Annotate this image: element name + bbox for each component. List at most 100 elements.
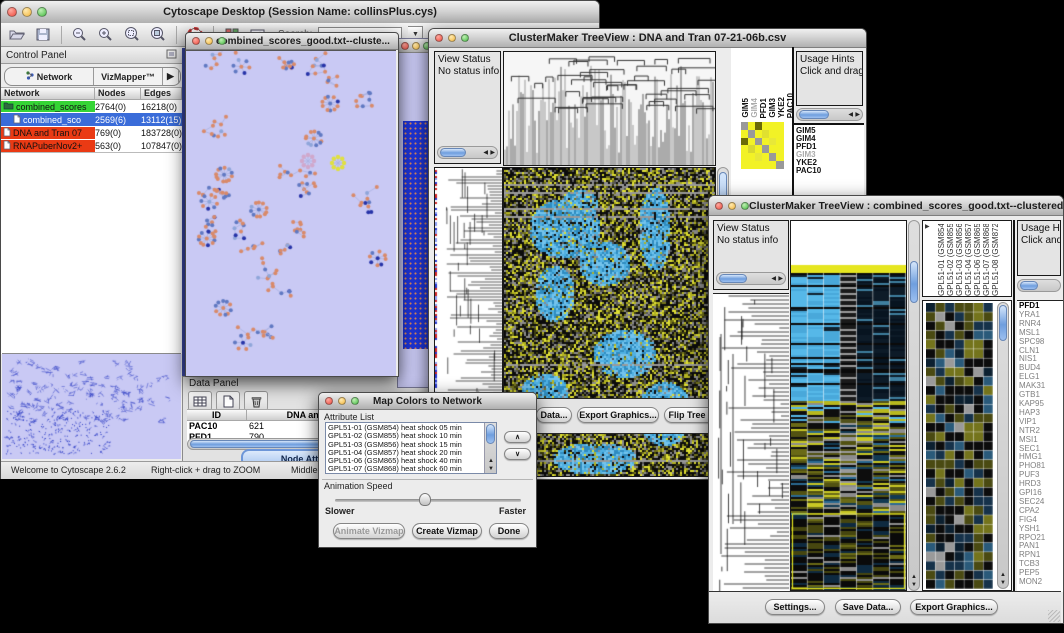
- mini-heatmap-cell[interactable]: [748, 122, 755, 130]
- close-button[interactable]: [401, 42, 409, 50]
- scroll-thumb[interactable]: [999, 305, 1007, 341]
- tv2-zoom-heatmap-canvas[interactable]: [926, 303, 993, 589]
- scroll-left-arrow[interactable]: ◀: [771, 276, 776, 282]
- network-table-row[interactable]: RNAPuberNov2+563(0)107847(0): [1, 139, 182, 152]
- mini-heatmap-cell[interactable]: [741, 145, 748, 153]
- gene-label[interactable]: HAP3: [1019, 409, 1063, 418]
- scroll-right-arrow[interactable]: ▶: [855, 112, 860, 118]
- create-vizmap-button[interactable]: Create Vizmap: [412, 523, 482, 539]
- scroll-down-arrow[interactable]: ▼: [488, 466, 494, 472]
- tv2-export-graphics-button[interactable]: Export Graphics...: [910, 599, 998, 615]
- tv2-row-dendrogram[interactable]: [713, 293, 789, 591]
- mini-heatmap-cell[interactable]: [741, 138, 748, 146]
- mini-heatmap-cell[interactable]: [748, 130, 755, 138]
- treeview2-titlebar[interactable]: ClusterMaker TreeView : combined_scores_…: [709, 196, 1063, 216]
- mini-heatmap-cell[interactable]: [762, 153, 769, 161]
- mini-heatmap-cell[interactable]: [769, 122, 776, 130]
- tv1-column-dendrogram-canvas[interactable]: [504, 52, 715, 165]
- gene-label[interactable]: KAP95: [1019, 400, 1063, 409]
- mini-heatmap-cell[interactable]: [755, 138, 762, 146]
- close-button[interactable]: [192, 37, 200, 45]
- collapse-arrow-icon[interactable]: ▶: [925, 223, 930, 230]
- mini-heatmap-cell[interactable]: [762, 161, 769, 169]
- zoom-button[interactable]: [218, 37, 226, 45]
- minimize-button[interactable]: [22, 7, 32, 17]
- done-button[interactable]: Done: [489, 523, 529, 539]
- attribute-list-item[interactable]: GPL51-07 (GSM868) heat shock 60 min: [328, 465, 494, 473]
- mini-heatmap-cell[interactable]: [755, 145, 762, 153]
- network-overview-panel[interactable]: [2, 353, 181, 460]
- gene-label[interactable]: MAK31: [1019, 382, 1063, 391]
- scroll-up-arrow[interactable]: ▲: [488, 458, 494, 464]
- minimize-button[interactable]: [412, 42, 420, 50]
- mini-heatmap-cell[interactable]: [776, 145, 783, 153]
- mini-heatmap-cell[interactable]: [769, 130, 776, 138]
- mini-heatmap-cell[interactable]: [748, 138, 755, 146]
- tab-[interactable]: ▶: [163, 68, 179, 85]
- gene-label[interactable]: NIS1: [1019, 355, 1063, 364]
- main-titlebar[interactable]: Cytoscape Desktop (Session Name: collins…: [1, 1, 599, 24]
- mini-heatmap-cell[interactable]: [776, 161, 783, 169]
- data-column-header[interactable]: ID: [187, 409, 247, 421]
- tab-network[interactable]: Network: [5, 68, 94, 85]
- gene-label[interactable]: GTB1: [1019, 391, 1063, 400]
- gene-label[interactable]: ELG1: [1019, 373, 1063, 382]
- zoom-fit-icon[interactable]: [148, 26, 168, 44]
- minimize-button[interactable]: [338, 397, 346, 405]
- scroll-thumb[interactable]: [440, 148, 466, 157]
- gene-label[interactable]: GPI16: [1019, 489, 1063, 498]
- tv2-row-dendrogram-canvas[interactable]: [713, 294, 789, 591]
- scroll-right-arrow[interactable]: ▶: [778, 276, 783, 282]
- mini-heatmap-cell[interactable]: [762, 145, 769, 153]
- mini-heatmap-cell[interactable]: [741, 130, 748, 138]
- scroll-down-arrow[interactable]: ▼: [1000, 580, 1006, 586]
- gene-label[interactable]: MSL1: [1019, 329, 1063, 338]
- gene-label[interactable]: YRA1: [1019, 311, 1063, 320]
- mini-heatmap-cell[interactable]: [755, 153, 762, 161]
- network-table-row[interactable]: DNA and Tran 07769(0)183728(0): [1, 126, 182, 139]
- scroll-down-arrow[interactable]: ▼: [911, 582, 917, 588]
- minimize-button[interactable]: [728, 202, 736, 210]
- animate-vizmap-button[interactable]: Animate Vizmap: [333, 523, 405, 539]
- new-attribute-icon[interactable]: [216, 391, 240, 411]
- zoom-button[interactable]: [461, 34, 469, 42]
- scroll-thumb[interactable]: [910, 261, 918, 303]
- network-view-titlebar[interactable]: combined_scores_good.txt--cluste...: [186, 33, 398, 50]
- gene-label[interactable]: FIG4: [1019, 516, 1063, 525]
- attribute-list-vscrollbar[interactable]: ▲ ▼: [484, 423, 496, 473]
- scroll-left-arrow[interactable]: ◀: [483, 150, 488, 156]
- save-icon[interactable]: [33, 26, 53, 44]
- gene-label[interactable]: TCB3: [1019, 560, 1063, 569]
- mini-heatmap-cell[interactable]: [776, 138, 783, 146]
- mini-heatmap-cell[interactable]: [762, 122, 769, 130]
- scroll-left-arrow[interactable]: ◀: [848, 112, 853, 118]
- gene-label[interactable]: PEP5: [1019, 569, 1063, 578]
- tv1-usage-hscrollbar[interactable]: ◀ ▶: [796, 108, 863, 121]
- mini-heatmap-cell[interactable]: [755, 161, 762, 169]
- move-attribute-down-button[interactable]: ∨: [504, 448, 531, 460]
- mini-heatmap-cell[interactable]: [769, 138, 776, 146]
- mini-heatmap-cell[interactable]: [748, 153, 755, 161]
- gene-label[interactable]: SEC1: [1019, 445, 1063, 454]
- mini-heatmap-cell[interactable]: [755, 130, 762, 138]
- zoom-button[interactable]: [741, 202, 749, 210]
- mini-heatmap-cell[interactable]: [762, 130, 769, 138]
- minimize-button[interactable]: [448, 34, 456, 42]
- resize-grip[interactable]: [1048, 610, 1060, 622]
- move-attribute-up-button[interactable]: ∧: [504, 431, 531, 443]
- mini-heatmap-cell[interactable]: [776, 153, 783, 161]
- close-button[interactable]: [325, 397, 333, 405]
- scroll-thumb[interactable]: [486, 424, 495, 444]
- delete-attribute-icon[interactable]: [244, 391, 268, 411]
- column-header-nodes[interactable]: Nodes: [95, 87, 141, 100]
- tv2-settings-button[interactable]: Settings...: [765, 599, 825, 615]
- gene-label[interactable]: VIP1: [1019, 418, 1063, 427]
- mini-heatmap-cell[interactable]: [769, 153, 776, 161]
- gene-label[interactable]: PAN1: [1019, 542, 1063, 551]
- mini-heatmap-cell[interactable]: [748, 161, 755, 169]
- tv2-usage-hscrollbar[interactable]: [1017, 279, 1061, 292]
- mini-heatmap-cell[interactable]: [769, 145, 776, 153]
- tv2-vscrollbar[interactable]: ▲ ▼: [908, 220, 920, 591]
- open-folder-icon[interactable]: [7, 26, 27, 44]
- attribute-listbox[interactable]: GPL51-01 (GSM854) heat shock 05 minGPL51…: [325, 422, 497, 474]
